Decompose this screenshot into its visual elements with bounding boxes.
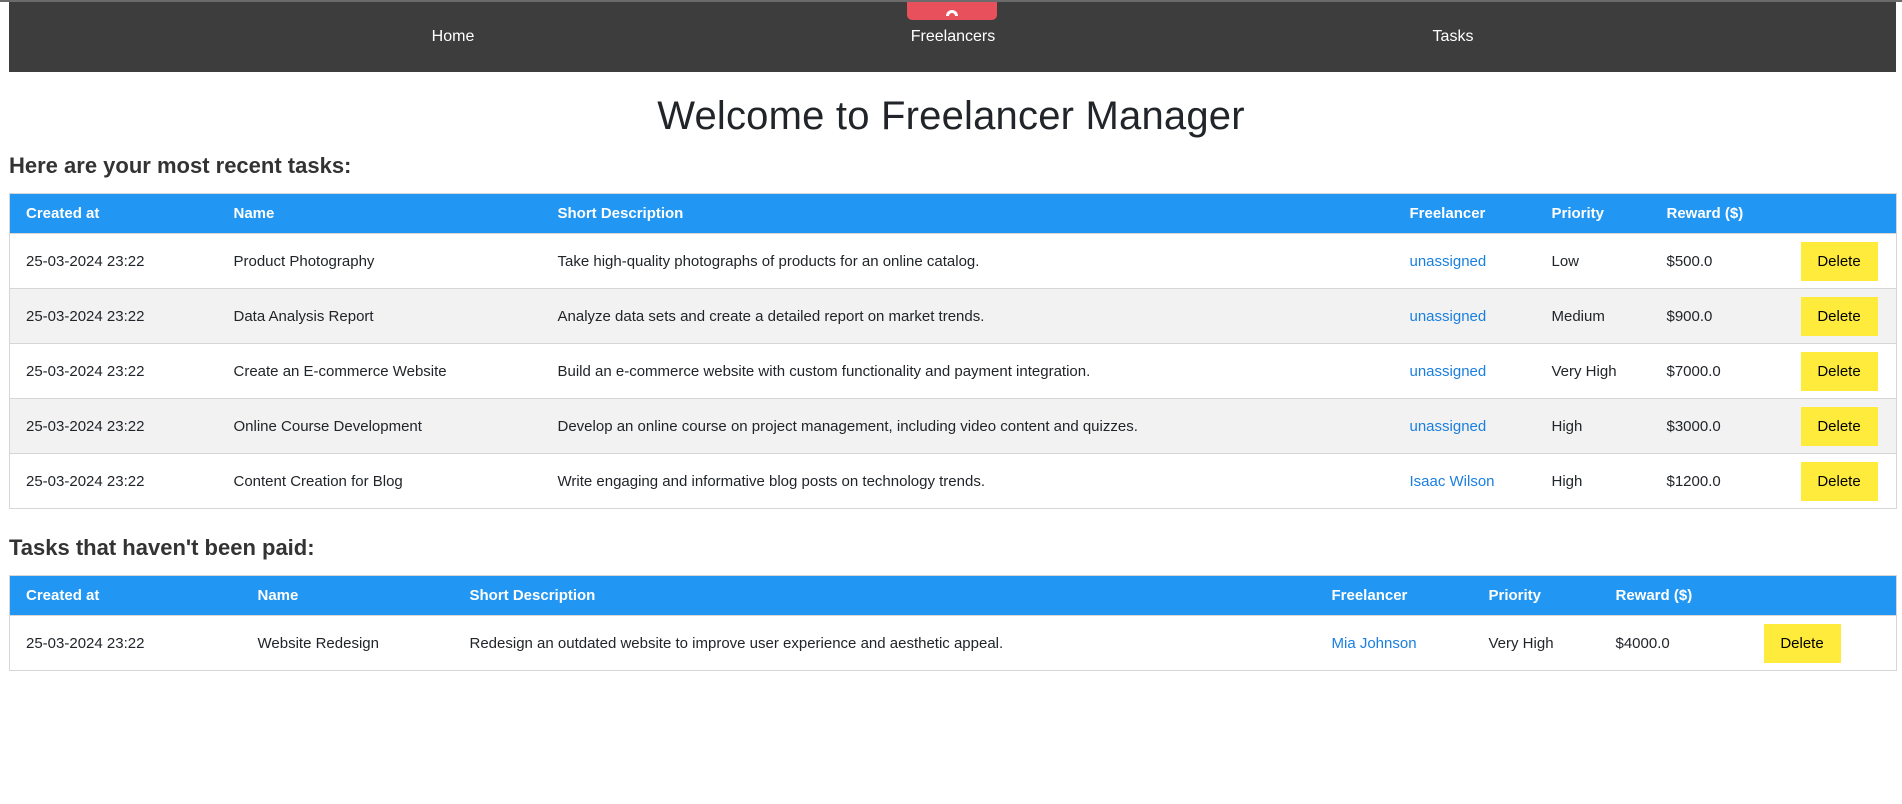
cell-priority: Very High bbox=[1488, 634, 1554, 652]
cell-actions: Delete bbox=[1748, 616, 1897, 671]
table-row: 25-03-2024 23:22 Website Redesign Redesi… bbox=[9, 615, 1897, 671]
column-header-created: Created at bbox=[26, 587, 100, 604]
table-row: 25-03-2024 23:22 Data Analysis Report An… bbox=[9, 288, 1897, 344]
recent-tasks-heading: Here are your most recent tasks: bbox=[9, 153, 352, 178]
table-header-row: Created at Name Short Description Freela… bbox=[9, 575, 1897, 616]
cell-freelancer: unassigned bbox=[1394, 289, 1536, 344]
cell-created: 25-03-2024 23:22 bbox=[26, 472, 145, 490]
cell-description: Write engaging and informative blog post… bbox=[557, 472, 986, 490]
cell-description: Redesign an outdated website to improve … bbox=[469, 634, 1004, 652]
nav-link-home[interactable]: Home bbox=[432, 2, 475, 72]
cell-actions: Delete bbox=[1785, 289, 1897, 344]
cell-actions: Delete bbox=[1785, 344, 1897, 399]
column-header-actions bbox=[1785, 194, 1897, 234]
table-row: 25-03-2024 23:22 Online Course Developme… bbox=[9, 398, 1897, 454]
delete-button[interactable]: Delete bbox=[1800, 461, 1878, 501]
cell-name: Content Creation for Blog bbox=[233, 472, 403, 490]
cell-actions: Delete bbox=[1785, 234, 1897, 289]
cell-created: 25-03-2024 23:22 bbox=[26, 307, 145, 325]
delete-button[interactable]: Delete bbox=[1763, 623, 1841, 663]
cell-reward: $3000.0 bbox=[1666, 417, 1721, 435]
cell-reward: $7000.0 bbox=[1666, 362, 1721, 380]
freelancer-link[interactable]: unassigned bbox=[1410, 363, 1487, 380]
column-header-description: Short Description bbox=[469, 587, 596, 604]
cell-priority: Low bbox=[1551, 252, 1580, 270]
freelancer-link[interactable]: unassigned bbox=[1410, 418, 1487, 435]
cell-name: Data Analysis Report bbox=[233, 307, 374, 325]
cell-reward: $900.0 bbox=[1666, 307, 1713, 325]
delete-button[interactable]: Delete bbox=[1800, 241, 1878, 281]
cell-description: Take high-quality photographs of product… bbox=[557, 252, 980, 270]
cell-reward: $500.0 bbox=[1666, 252, 1713, 270]
freelancer-link[interactable]: unassigned bbox=[1410, 253, 1487, 270]
brand-logo-tab[interactable] bbox=[907, 2, 997, 20]
cell-freelancer: unassigned bbox=[1394, 344, 1536, 399]
cell-description: Analyze data sets and create a detailed … bbox=[557, 307, 985, 325]
table-header-row: Created at Name Short Description Freela… bbox=[9, 193, 1897, 234]
delete-button[interactable]: Delete bbox=[1800, 406, 1878, 446]
column-header-description: Short Description bbox=[557, 205, 684, 222]
delete-button[interactable]: Delete bbox=[1800, 296, 1878, 336]
cell-description: Build an e-commerce website with custom … bbox=[557, 362, 1091, 380]
recent-tasks-table: Created at Name Short Description Freela… bbox=[9, 193, 1897, 509]
freelancer-link[interactable]: Isaac Wilson bbox=[1410, 473, 1495, 490]
cell-name: Online Course Development bbox=[233, 417, 422, 435]
cell-description: Develop an online course on project mana… bbox=[557, 417, 1138, 435]
cell-name: Product Photography bbox=[233, 252, 375, 270]
cell-priority: High bbox=[1551, 472, 1583, 490]
mountain-arch-icon bbox=[946, 10, 958, 16]
cell-name: Create an E-commerce Website bbox=[233, 362, 447, 380]
column-header-priority: Priority bbox=[1488, 587, 1542, 604]
column-header-name: Name bbox=[233, 205, 275, 222]
cell-reward: $1200.0 bbox=[1666, 472, 1721, 490]
table-row: 25-03-2024 23:22 Create an E-commerce We… bbox=[9, 343, 1897, 399]
table-row: 25-03-2024 23:22 Product Photography Tak… bbox=[9, 233, 1897, 289]
column-header-freelancer: Freelancer bbox=[1409, 205, 1486, 222]
cell-priority: Medium bbox=[1551, 307, 1605, 325]
column-header-freelancer: Freelancer bbox=[1331, 587, 1408, 604]
cell-freelancer: Mia Johnson bbox=[1316, 616, 1473, 671]
page-title: Welcome to Freelancer Manager bbox=[657, 94, 1245, 138]
cell-created: 25-03-2024 23:22 bbox=[26, 634, 145, 652]
unpaid-tasks-heading: Tasks that haven't been paid: bbox=[9, 535, 315, 560]
cell-name: Website Redesign bbox=[257, 634, 379, 652]
cell-created: 25-03-2024 23:22 bbox=[26, 252, 145, 270]
column-header-actions bbox=[1748, 576, 1897, 616]
freelancer-link[interactable]: Mia Johnson bbox=[1332, 635, 1417, 652]
cell-freelancer: unassigned bbox=[1394, 234, 1536, 289]
nav-link-tasks[interactable]: Tasks bbox=[1433, 2, 1474, 72]
cell-freelancer: unassigned bbox=[1394, 399, 1536, 454]
cell-created: 25-03-2024 23:22 bbox=[26, 417, 145, 435]
cell-created: 25-03-2024 23:22 bbox=[26, 362, 145, 380]
cell-actions: Delete bbox=[1785, 454, 1897, 509]
unpaid-tasks-table: Created at Name Short Description Freela… bbox=[9, 575, 1897, 671]
column-header-name: Name bbox=[257, 587, 299, 604]
table-row: 25-03-2024 23:22 Content Creation for Bl… bbox=[9, 453, 1897, 509]
freelancer-link[interactable]: unassigned bbox=[1410, 308, 1487, 325]
column-header-reward: Reward ($) bbox=[1615, 587, 1693, 604]
cell-priority: Very High bbox=[1551, 362, 1617, 380]
column-header-created: Created at bbox=[26, 205, 100, 222]
delete-button[interactable]: Delete bbox=[1800, 351, 1878, 391]
cell-actions: Delete bbox=[1785, 399, 1897, 454]
cell-freelancer: Isaac Wilson bbox=[1394, 454, 1536, 509]
cell-priority: High bbox=[1551, 417, 1583, 435]
column-header-reward: Reward ($) bbox=[1666, 205, 1744, 222]
column-header-priority: Priority bbox=[1551, 205, 1605, 222]
cell-reward: $4000.0 bbox=[1615, 634, 1670, 652]
